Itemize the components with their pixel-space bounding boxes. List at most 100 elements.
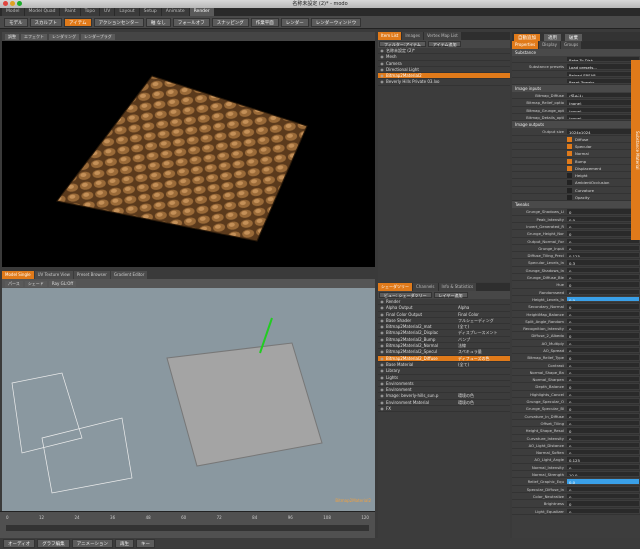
bottom-button[interactable]: アニメーション — [71, 538, 114, 548]
output-checkbox-cell[interactable]: Displacement — [566, 165, 640, 171]
param-value[interactable]: 0 — [567, 282, 639, 287]
tab-model[interactable]: Model — [2, 8, 24, 16]
param-value[interactable]: 0 — [567, 450, 639, 455]
param-value[interactable]: 0 — [567, 267, 639, 273]
param-value[interactable]: 0 — [567, 318, 639, 324]
toolbar-button[interactable]: レンダーウィンドウ — [310, 17, 362, 27]
shader-panel-tab[interactable]: シェーダツリー — [378, 283, 412, 291]
add-item-button[interactable]: アイテム追加 — [427, 41, 462, 47]
viewport-tab[interactable]: Preset Browser — [73, 271, 110, 279]
param-value[interactable]: 0 — [567, 209, 639, 214]
checkbox[interactable] — [567, 187, 572, 193]
bottom-button[interactable]: オーディオ — [3, 538, 36, 548]
props-tab[interactable]: Properties — [512, 41, 539, 49]
param-value[interactable]: 10.0 — [567, 472, 639, 477]
param-value[interactable]: 0 — [567, 238, 639, 243]
param-value[interactable]: 0 — [567, 501, 639, 506]
props-tab[interactable]: Display — [539, 41, 560, 49]
param-value[interactable]: 0 — [567, 399, 639, 404]
eye-icon[interactable]: ◉ — [378, 324, 386, 329]
checkbox[interactable] — [567, 136, 572, 142]
param-value[interactable]: 0 — [567, 413, 639, 418]
param-value[interactable]: 0.125 — [567, 253, 639, 258]
eye-icon[interactable]: ◉ — [378, 299, 386, 304]
substance-side-tab[interactable]: Substance Material — [631, 60, 640, 240]
eye-icon[interactable]: ◉ — [378, 343, 386, 348]
tab-layout[interactable]: Layout — [115, 8, 139, 16]
minimize-dot[interactable] — [10, 1, 15, 6]
zoom-dot[interactable] — [17, 1, 22, 6]
viewport-option-button[interactable]: パース — [5, 280, 23, 287]
eye-icon[interactable]: ◉ — [378, 356, 386, 361]
bottom-button[interactable]: 再生 — [115, 538, 135, 548]
toolbar-button[interactable]: スナッピング — [211, 17, 249, 27]
timeline[interactable]: 0 12 24 36 48 60 72 84 96 108 120 — [0, 511, 375, 539]
param-value[interactable]: 0 — [567, 420, 639, 426]
param-value[interactable]: 0 — [567, 406, 639, 411]
view-select[interactable]: ビュー: シェーダツリー — [379, 292, 432, 298]
bottom-button[interactable]: グラフ編集 — [37, 538, 70, 548]
param-value[interactable]: 0 — [567, 362, 639, 367]
param-value[interactable]: 0 — [567, 340, 639, 345]
param-value[interactable]: 0 — [567, 486, 639, 491]
toolbar-button[interactable]: スカルプト — [29, 17, 62, 27]
render-view-button[interactable]: レンダープラグ — [81, 33, 115, 40]
eye-icon[interactable]: ◉ — [378, 337, 386, 342]
param-value[interactable]: 0 — [567, 245, 639, 251]
close-dot[interactable] — [3, 1, 8, 6]
eye-icon[interactable]: ◉ — [378, 393, 386, 398]
eye-icon[interactable]: ◉ — [378, 368, 386, 373]
checkbox[interactable] — [567, 195, 572, 201]
tab-paint[interactable]: Paint — [60, 8, 80, 16]
viewport-tab[interactable]: Model Single — [2, 271, 34, 279]
param-value[interactable]: 0 — [567, 304, 639, 309]
param-value[interactable]: 0 — [567, 275, 639, 280]
tab-render[interactable]: Render — [189, 8, 214, 16]
tab-model-quad[interactable]: Model Quad — [24, 8, 60, 16]
eye-icon[interactable]: ◉ — [378, 61, 386, 66]
viewport-tab[interactable]: UV Texture View — [34, 271, 73, 279]
param-value[interactable]: 0 — [567, 384, 639, 389]
toolbar-button[interactable]: アクションセンター — [93, 17, 144, 27]
param-value[interactable]: 0 — [567, 223, 639, 229]
eye-icon[interactable]: ◉ — [378, 387, 386, 392]
toolbar-button[interactable]: 軸 なし — [145, 17, 171, 27]
param-value[interactable]: 0 — [567, 311, 639, 316]
param-value[interactable]: 0 — [567, 369, 639, 375]
param-value[interactable]: 0 — [567, 435, 639, 440]
render-view-button[interactable]: エフェクト — [21, 33, 47, 40]
output-checkbox-cell[interactable]: Height — [566, 172, 640, 179]
output-checkbox-cell[interactable]: Specular — [566, 143, 640, 149]
param-value[interactable]: 0 — [567, 464, 639, 470]
tab-setup[interactable]: Setup — [139, 8, 161, 16]
props-tab[interactable]: Groups — [560, 41, 582, 49]
model-viewport[interactable]: Model Single UV Texture View Preset Browse… — [2, 271, 375, 511]
image-inputs-section[interactable]: Image inputs — [512, 85, 640, 93]
output-checkbox-cell[interactable]: Diffuse — [566, 136, 640, 142]
viewport-option-button[interactable]: Ray GL:Off — [48, 280, 77, 287]
shader-panel-tab[interactable]: Channels — [413, 283, 438, 291]
viewport-tab[interactable]: Gradient Editor — [110, 271, 148, 279]
input-select[interactable]: (none) — [567, 100, 639, 105]
checkbox[interactable] — [567, 143, 572, 149]
output-size-select[interactable]: 1024x1024 — [567, 129, 639, 134]
eye-icon[interactable]: ◉ — [378, 73, 386, 78]
toolbar-button[interactable]: モデル — [4, 17, 28, 27]
eye-icon[interactable]: ◉ — [378, 48, 386, 53]
toolbar-button[interactable]: 作業平面 — [250, 17, 279, 27]
filter-button[interactable]: フィルター:アイテム — [379, 41, 426, 47]
tab-uv[interactable]: UV — [99, 8, 115, 16]
param-value[interactable]: 0 — [567, 493, 639, 499]
input-select[interactable]: (none) — [567, 107, 639, 113]
toolbar-button[interactable]: レンダー — [280, 17, 309, 27]
param-value[interactable]: 0.0 — [567, 216, 639, 221]
tab-animate[interactable]: Animate — [161, 8, 189, 16]
param-value[interactable]: 0 — [567, 326, 639, 331]
eye-icon[interactable]: ◉ — [378, 362, 386, 367]
reload-button[interactable]: Reload SBSAR — [567, 71, 639, 76]
param-value[interactable]: 0 — [567, 333, 639, 338]
window-controls[interactable] — [3, 1, 22, 6]
param-value[interactable]: 0.0 — [567, 479, 639, 484]
checkbox[interactable] — [567, 180, 572, 186]
table-row[interactable]: ◉ FX — [378, 406, 510, 413]
